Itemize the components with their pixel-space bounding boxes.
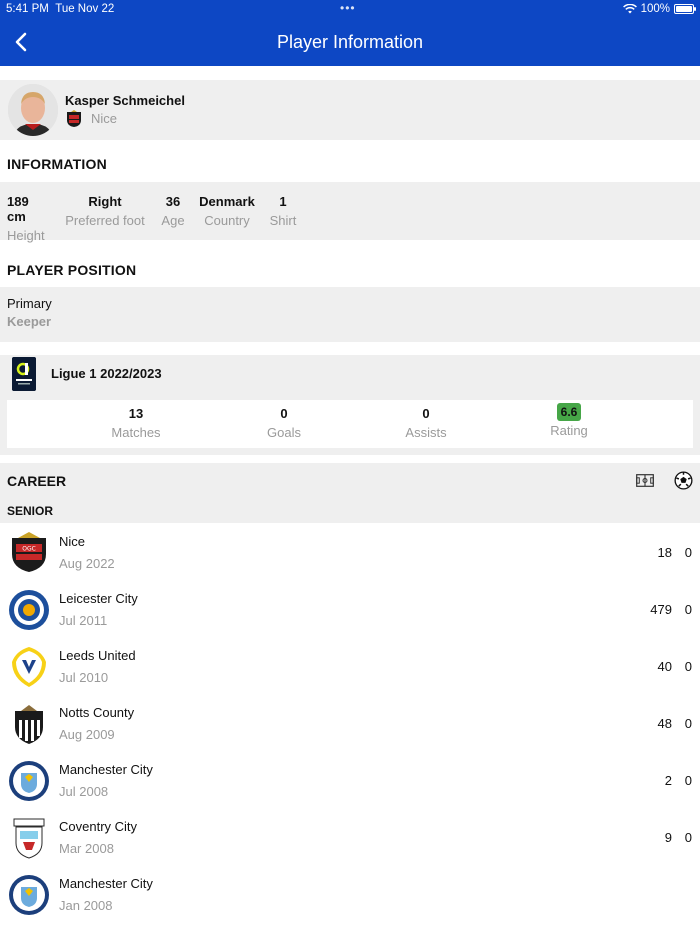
club-name: Leicester City	[59, 591, 138, 606]
navigation-bar: 5:41 PM Tue Nov 22 ••• 100% Player Infor…	[0, 0, 700, 66]
status-date-text: Tue Nov 22	[55, 3, 115, 15]
career-subtitle: SENIOR	[7, 504, 54, 518]
position-value: Keeper	[7, 314, 52, 329]
info-value: Denmark	[199, 194, 255, 209]
league-stats-panel[interactable]: Ligue 1 2022/2023 13 Matches 0 Goals 0 A…	[0, 355, 700, 455]
club-name: Nice	[59, 534, 86, 549]
battery-percent: 100%	[640, 3, 670, 15]
appearances: 2	[664, 773, 672, 788]
info-label: Shirt	[269, 213, 297, 228]
info-age: 36 Age	[157, 194, 189, 228]
notts-county-crest-icon	[15, 705, 43, 744]
stat-label: Assists	[405, 425, 447, 440]
career-header: CAREER SENIOR	[0, 463, 700, 523]
stat-assists: 0 Assists	[376, 406, 476, 440]
info-value: Right	[88, 194, 122, 209]
leicester-city-crest-icon	[9, 590, 49, 630]
player-avatar	[8, 84, 58, 136]
pitch-appearances-icon	[636, 474, 654, 487]
join-date: Jul 2008	[59, 784, 109, 799]
battery-icon	[674, 4, 696, 14]
career-row[interactable]: Leeds United Jul 2010 40 0	[0, 638, 700, 695]
join-date: Mar 2008	[59, 841, 114, 856]
appearances: 9	[664, 830, 672, 845]
info-shirt: 1 Shirt	[266, 194, 300, 228]
ligue1-logo-icon	[12, 357, 36, 391]
join-date: Jul 2011	[59, 613, 108, 628]
player-club: Nice	[91, 111, 118, 126]
club-name: Notts County	[59, 705, 135, 720]
position-key: Primary	[7, 296, 52, 311]
info-value: 189 cm	[7, 194, 29, 224]
nice-crest-icon	[67, 110, 81, 127]
player-position-panel: Primary Keeper	[0, 287, 700, 342]
goals: 0	[684, 773, 692, 788]
club-name: Leeds United	[59, 648, 136, 663]
appearances: 479	[650, 602, 672, 617]
manchester-city-crest-icon	[9, 875, 49, 915]
appearances: 40	[657, 659, 672, 674]
career-row[interactable]: Manchester City Jan 2008	[0, 866, 700, 923]
stat-label: Goals	[267, 425, 301, 440]
info-country: Denmark Country	[196, 194, 258, 228]
info-value: 36	[165, 194, 181, 209]
club-name: Coventry City	[59, 819, 138, 834]
info-height: 189 cm Height	[7, 194, 51, 243]
career-row[interactable]: Coventry City Mar 2008 9 0	[0, 809, 700, 866]
stat-goals: 0 Goals	[234, 406, 334, 440]
info-label: Preferred foot	[65, 213, 145, 228]
status-bar: 5:41 PM Tue Nov 22 ••• 100%	[0, 0, 700, 20]
info-label: Height	[7, 228, 45, 243]
player-name: Kasper Schmeichel	[65, 93, 185, 108]
goals: 0	[684, 716, 692, 731]
leeds-united-crest-icon	[12, 647, 46, 687]
goals: 0	[684, 830, 692, 845]
stat-matches: 13 Matches	[86, 406, 186, 440]
information-panel: 189 cm Height Right Preferred foot 36 Ag…	[0, 182, 700, 243]
appearances: 48	[657, 716, 672, 731]
wifi-icon	[622, 4, 637, 14]
stat-label: Matches	[111, 425, 161, 440]
stat-value: 13	[128, 406, 144, 421]
information-title: INFORMATION	[7, 156, 107, 172]
career-row[interactable]: Manchester City Jul 2008 2 0	[0, 752, 700, 809]
rating-badge: 6.6	[556, 403, 582, 421]
goals: 0	[684, 602, 692, 617]
career-row[interactable]: Notts County Aug 2009 48 0	[0, 695, 700, 752]
league-stats-card: 13 Matches 0 Goals 0 Assists 6.6 Rating	[7, 400, 693, 448]
career-row[interactable]: OGC Nice Aug 2022 18 0	[0, 524, 700, 581]
player-position-title: PLAYER POSITION	[7, 262, 137, 278]
goals: 0	[684, 545, 692, 560]
career-row[interactable]: Leicester City Jul 2011 479 0	[0, 581, 700, 638]
player-header: Kasper Schmeichel Nice	[0, 80, 700, 140]
info-preferred-foot: Right Preferred foot	[62, 194, 148, 228]
career-title: CAREER	[7, 473, 67, 489]
stat-label: Rating	[550, 423, 588, 438]
manchester-city-crest-icon	[9, 761, 49, 801]
join-date: Jul 2010	[59, 670, 109, 685]
club-name: Manchester City	[59, 762, 153, 777]
goals: 0	[684, 659, 692, 674]
stat-value: 0	[280, 406, 288, 421]
page-title: Player Information	[276, 32, 424, 52]
nice-crest-icon: OGC	[12, 532, 46, 572]
appearances: 18	[657, 545, 672, 560]
join-date: Jan 2008	[59, 898, 113, 913]
info-label: Age	[161, 213, 185, 228]
stat-rating: 6.6 Rating	[519, 403, 619, 438]
info-value: 1	[279, 194, 287, 209]
multitasking-dots-icon[interactable]: •••	[340, 1, 356, 15]
join-date: Aug 2009	[59, 727, 115, 742]
status-right: 100%	[622, 3, 696, 15]
join-date: Aug 2022	[59, 556, 115, 571]
club-name: Manchester City	[59, 876, 153, 891]
status-time-text: 5:41 PM	[6, 3, 49, 15]
stat-value: 0	[422, 406, 430, 421]
info-label: Country	[204, 213, 250, 228]
soccer-ball-icon	[674, 471, 693, 490]
coventry-city-crest-icon	[13, 818, 45, 859]
svg-text:OGC: OGC	[22, 546, 36, 553]
status-time: 5:41 PM Tue Nov 22	[6, 3, 114, 15]
league-name: Ligue 1 2022/2023	[51, 366, 162, 381]
